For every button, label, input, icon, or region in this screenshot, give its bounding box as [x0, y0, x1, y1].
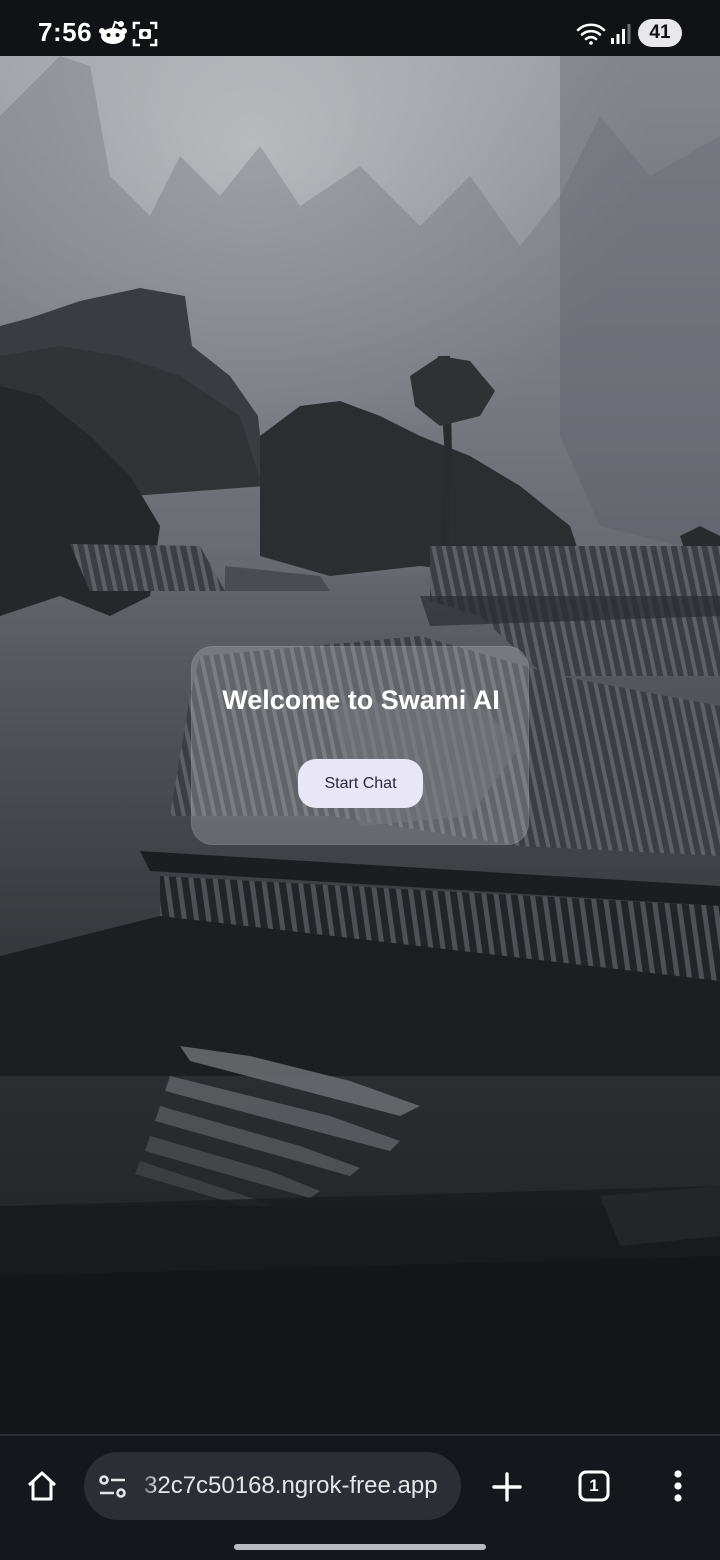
more-menu-icon[interactable] — [664, 1466, 692, 1506]
url-text[interactable]: 32c7c50168.ngrok-free.app — [144, 1472, 438, 1500]
welcome-card: Welcome to Swami AI Start Chat — [191, 646, 529, 845]
welcome-title: Welcome to Swami AI — [222, 685, 500, 715]
start-chat-button[interactable]: Start Chat — [298, 759, 423, 808]
reddit-icon — [98, 20, 128, 51]
screen: 7:56 41 Welcome to Swami AI Start Chat 3… — [0, 0, 720, 1560]
home-icon[interactable] — [20, 1464, 64, 1508]
new-tab-icon[interactable] — [488, 1468, 526, 1506]
wifi-icon — [576, 22, 606, 51]
gesture-handle[interactable] — [234, 1544, 486, 1550]
web-content: Welcome to Swami AI Start Chat — [0, 56, 720, 1434]
site-settings-icon[interactable] — [98, 1474, 128, 1500]
battery-level: 41 — [638, 19, 682, 47]
tabs-icon[interactable]: 1 — [578, 1470, 610, 1502]
screenshot-icon — [132, 21, 158, 52]
browser-toolbar: 32c7c50168.ngrok-free.app 1 — [0, 1434, 720, 1560]
status-time: 7:56 — [38, 17, 93, 47]
url-fade — [134, 1452, 158, 1520]
status-bar: 7:56 41 — [0, 0, 720, 56]
address-bar[interactable]: 32c7c50168.ngrok-free.app — [84, 1452, 461, 1520]
signal-icon — [610, 23, 632, 50]
tab-count: 1 — [589, 1476, 599, 1495]
